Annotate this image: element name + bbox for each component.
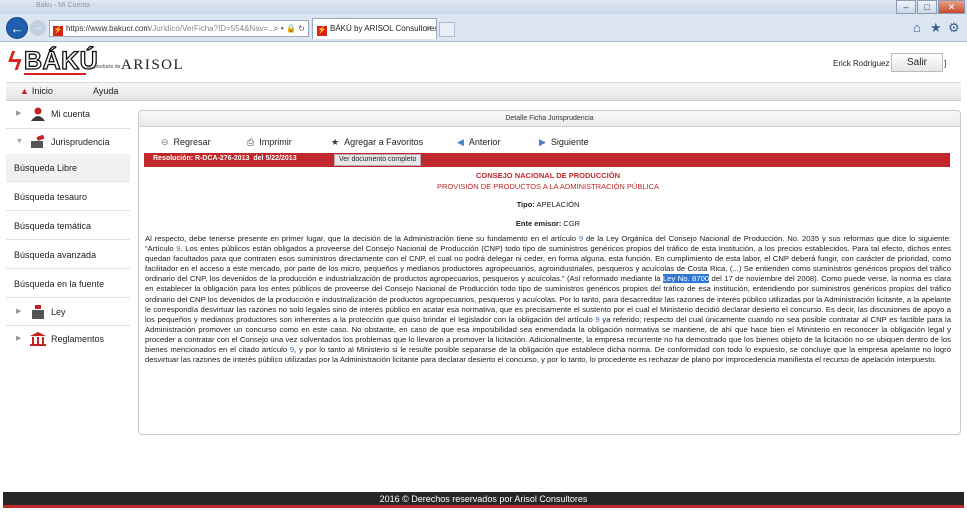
home-icon: ▲ [20, 86, 29, 96]
main-menu: ▲ Inicio Ayuda [6, 82, 961, 101]
document-body: Al respecto, debe tenerse presente en pr… [145, 234, 951, 365]
sidebar-item-mi-cuenta[interactable]: ▶ Mi cuenta [6, 103, 130, 125]
user-name: Erick Rodriguez ! [ [833, 59, 899, 68]
close-window-button[interactable]: ✕ [938, 0, 965, 14]
minimize-button[interactable]: – [896, 0, 916, 14]
add-favorite-button[interactable]: ★ Agregar a Favoritos [331, 137, 423, 148]
arrow-right-icon: ▶ [539, 137, 546, 147]
star-icon[interactable]: ★ [930, 20, 942, 36]
back-label: Regresar [173, 137, 211, 147]
resolution-number: R-DCA-276-2013 [195, 155, 250, 162]
type-value: APELACIÓN [536, 200, 580, 209]
logo-text: BÁKÚ [23, 47, 99, 75]
window-title-bar: Baku - Mi Cuenta - – □ ✕ [0, 0, 967, 14]
baku-logo[interactable]: ϟ BÁKÚ un producto de ARISOL [8, 46, 188, 78]
sidebar-item-jurisprudencia[interactable]: ▼ Jurisprudencia [6, 131, 130, 153]
issuer-value: CGR [563, 219, 581, 228]
maximize-button[interactable]: □ [917, 0, 937, 14]
issuer-label: Ente emisor: [515, 219, 562, 228]
sidebar-link-busqueda-libre[interactable]: Búsqueda Libre [6, 154, 130, 182]
chevron-down-icon: ▼ [16, 138, 23, 145]
user-icon [31, 107, 45, 121]
building-icon [30, 332, 46, 346]
browser-window: Baku - Mi Cuenta - – □ ✕ ← → ⚡ https://ww… [0, 0, 967, 518]
window-title: Baku - Mi Cuenta - [36, 2, 95, 9]
logout-button[interactable]: Salir [891, 53, 943, 72]
menu-item-ayuda[interactable]: Ayuda [93, 86, 118, 96]
sidebar-link-busqueda-tesauro[interactable]: Búsqueda tesauro [6, 183, 130, 211]
view-full-document-button[interactable]: Ver documento completo [334, 154, 422, 166]
gear-icon[interactable]: ⚙ [948, 20, 960, 36]
chevron-right-icon: ▶ [16, 335, 22, 342]
browser-toolbar: ← → ⚡ https://www.bakucr.com/Juridico/Ver… [0, 14, 967, 42]
address-tools-icon[interactable]: ⌕ ▾ 🔒 ↻ [274, 21, 305, 36]
url-tail: /Juridico/VerFicha?ID=554&Nav=... [150, 24, 275, 33]
subject-heading: PROVISIÓN DE PRODUCTOS A LA ADMINISTRACI… [437, 182, 659, 191]
sidebar-item-reglamentos[interactable]: ▶ Reglamentos [6, 328, 130, 350]
logo-brand: ARISOL [121, 57, 185, 73]
chevron-right-icon: ▶ [16, 110, 22, 117]
print-label: Imprimir [259, 137, 292, 147]
previous-label: Anterior [468, 137, 501, 147]
sidebar-label: Reglamentos [51, 334, 105, 344]
sidebar-item-ley[interactable]: ▶ Ley [6, 301, 130, 323]
logo-underline [24, 73, 86, 75]
star-icon: ★ [331, 137, 340, 147]
site-favicon-icon: ⚡ [53, 26, 63, 36]
chevron-right-icon: ▶ [16, 308, 22, 315]
bolt-icon: ϟ [8, 46, 22, 76]
menu-inicio-label: Inicio [31, 86, 53, 96]
previous-button[interactable]: ◀ Anterior [457, 137, 500, 148]
arrow-left-icon: ◀ [457, 137, 464, 147]
panel-title: Detalle Ficha Jurisprudencia [139, 111, 960, 127]
gavel-icon [31, 135, 45, 148]
site-header: ϟ BÁKÚ un producto de ARISOL Erick Rodri… [0, 42, 967, 82]
tab-favicon-icon: ⚡ [317, 26, 327, 36]
resolution-info: Resolución: R-DCA-276-2013 del 5/22/2013 [153, 155, 297, 162]
resolution-del: del [253, 155, 264, 162]
tab-close-icon[interactable]: ✕ [425, 19, 432, 38]
sidebar-label: Mi cuenta [51, 109, 91, 119]
detail-panel: Detalle Ficha Jurisprudencia ⊖ Regresar ⎙… [138, 110, 961, 435]
browser-tab[interactable]: ⚡ BÁKÚ by ARISOL Consultores ✕ [312, 18, 437, 39]
tab-label: BÁKÚ by ARISOL Consultores [330, 24, 437, 33]
sidebar-link-busqueda-avanzada[interactable]: Búsqueda avanzada [6, 241, 130, 269]
logo-subtitle: un producto de [87, 64, 121, 70]
page-footer: 2016 © Derechos reservados por Arisol Co… [3, 492, 964, 508]
menu-item-inicio[interactable]: ▲ Inicio [20, 86, 53, 96]
body-text: Al respecto, debe tenerse presente en pr… [145, 234, 579, 243]
resolution-label: Resolución: [153, 155, 194, 162]
document-toolbar: ⊖ Regresar ⎙ Imprimir ★ Agregar a Favoritos… [139, 131, 960, 153]
new-tab-button[interactable] [439, 22, 455, 37]
divider [6, 325, 130, 326]
print-button[interactable]: ⎙ Imprimir [247, 137, 292, 148]
organization-heading: CONSEJO NACIONAL DE PRODUCCIÓN [475, 171, 621, 180]
document-type: Tipo: APELACIÓN [145, 200, 951, 209]
home-icon[interactable]: ⌂ [913, 20, 921, 35]
document-content: CONSEJO NACIONAL DE PRODUCCIÓN PROVISIÓN… [145, 169, 951, 365]
resolution-bar: Resolución: R-DCA-276-2013 del 5/22/2013… [144, 153, 950, 167]
back-arrow-icon: ⊖ [161, 137, 169, 147]
favorites-label: Agregar a Favoritos [344, 137, 424, 147]
document-issuer: Ente emisor: CGR [145, 219, 951, 228]
browser-forward-button[interactable]: → [30, 20, 46, 36]
sidebar: ▶ Mi cuenta ▼ Jurisprudencia Búsqueda Li… [6, 103, 130, 353]
sidebar-link-busqueda-fuente[interactable]: Búsqueda en la fuente [6, 270, 130, 298]
ley-8700-link[interactable]: Ley No. 8700 [662, 274, 710, 284]
next-button[interactable]: ▶ Siguiente [539, 137, 588, 148]
url-prefix: https://www.bakucr.com [66, 24, 151, 33]
type-label: Tipo: [516, 200, 535, 209]
printer-icon: ⎙ [247, 137, 255, 147]
back-button[interactable]: ⊖ Regresar [161, 137, 211, 148]
sidebar-link-busqueda-tematica[interactable]: Búsqueda temática [6, 212, 130, 240]
ley-icon [32, 305, 44, 319]
next-label: Siguiente [550, 137, 589, 147]
resolution-date: 5/22/2013 [265, 155, 297, 162]
sidebar-label: Ley [51, 307, 66, 317]
divider [6, 128, 130, 129]
address-bar[interactable]: ⚡ https://www.bakucr.com/Juridico/VerFich… [49, 20, 309, 37]
sidebar-label: Jurisprudencia [51, 137, 110, 147]
user-bracket: ] [944, 59, 947, 68]
browser-back-button[interactable]: ← [6, 17, 28, 39]
